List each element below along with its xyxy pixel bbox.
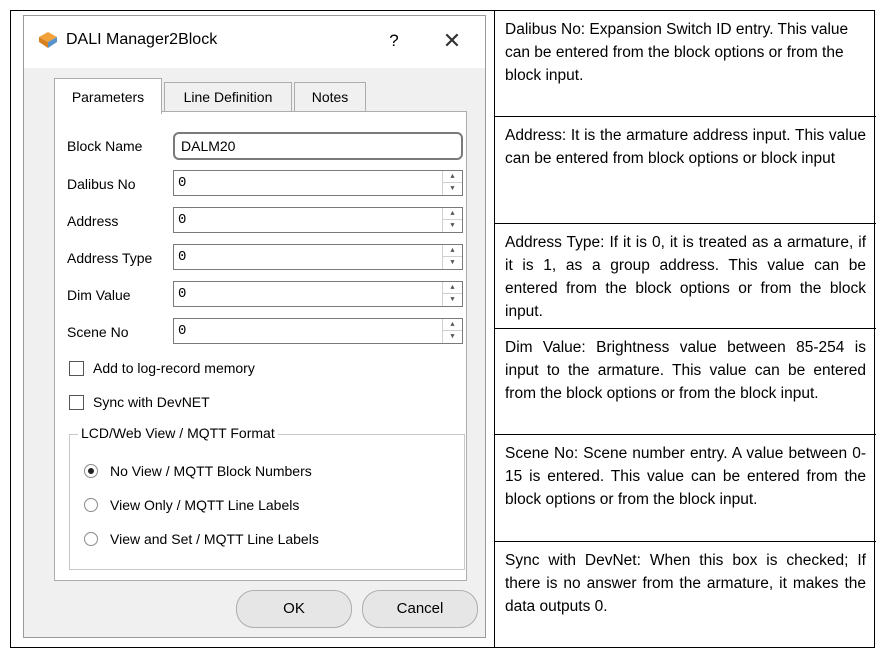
radio-button[interactable]: [84, 464, 98, 478]
spin-down-icon[interactable]: ▼: [443, 220, 462, 232]
radio-button[interactable]: [84, 498, 98, 512]
spin-up-icon[interactable]: ▲: [443, 282, 462, 294]
address-type-spinbox[interactable]: 0 ▲ ▼: [173, 244, 463, 270]
desc-sync-devnet: Sync with DevNet: When this box is check…: [505, 552, 866, 615]
scene-no-label: Scene No: [67, 324, 129, 340]
desc-address: Address: It is the armature address inpu…: [495, 117, 876, 224]
tab-line-definition[interactable]: Line Definition: [164, 82, 292, 112]
dalibus-no-value: 0: [178, 175, 187, 191]
spin-down-icon[interactable]: ▼: [443, 183, 462, 195]
desc-dim-value: Dim Value: Brightness value between 85-2…: [495, 329, 876, 435]
title-bar: DALI Manager2Block ? ✕: [24, 16, 485, 68]
block-name-input[interactable]: DALM20: [173, 132, 463, 160]
radio-view-and-set-label: View and Set / MQTT Line Labels: [110, 531, 319, 547]
spin-down-icon[interactable]: ▼: [443, 331, 462, 343]
desc-dalibus-no: Dalibus No: Expansion Switch ID entry. T…: [495, 11, 876, 117]
tab-parameters[interactable]: Parameters: [54, 78, 162, 114]
parameters-panel: Block Name DALM20 Dalibus No 0 ▲ ▼ Addre…: [54, 111, 467, 581]
dim-value-value: 0: [178, 286, 187, 302]
ok-button[interactable]: OK: [236, 590, 352, 628]
address-type-label: Address Type: [67, 250, 153, 266]
cancel-button[interactable]: Cancel: [362, 590, 478, 628]
dim-value-label: Dim Value: [67, 287, 131, 303]
radio-selected-dot: [88, 468, 94, 474]
address-label: Address: [67, 213, 119, 229]
spin-up-icon[interactable]: ▲: [443, 208, 462, 220]
sync-devnet-checkbox[interactable]: [69, 395, 84, 410]
format-group-title: LCD/Web View / MQTT Format: [78, 425, 278, 441]
radio-view-only-label: View Only / MQTT Line Labels: [110, 497, 300, 513]
sync-devnet-label: Sync with DevNET: [93, 394, 210, 410]
scene-no-spinbox[interactable]: 0 ▲ ▼: [173, 318, 463, 344]
format-groupbox: LCD/Web View / MQTT Format No View / MQT…: [69, 425, 465, 570]
spin-up-icon[interactable]: ▲: [443, 245, 462, 257]
dali-manager-dialog: DALI Manager2Block ? ✕ Parameters Line D…: [23, 15, 486, 638]
radio-no-view-label: No View / MQTT Block Numbers: [110, 463, 312, 479]
app-icon: [39, 32, 57, 48]
spin-up-icon[interactable]: ▲: [443, 319, 462, 331]
dalibus-no-label: Dalibus No: [67, 176, 136, 192]
spin-down-icon[interactable]: ▼: [443, 294, 462, 306]
dalibus-no-spinbox[interactable]: 0 ▲ ▼: [173, 170, 463, 196]
dalibus-no-spinner: ▲ ▼: [442, 171, 462, 195]
scene-no-spinner: ▲ ▼: [442, 319, 462, 343]
log-record-label: Add to log-record memory: [93, 360, 255, 376]
close-icon: ✕: [442, 28, 462, 53]
layout-table: DALI Manager2Block ? ✕ Parameters Line D…: [10, 10, 876, 648]
address-spinbox[interactable]: 0 ▲ ▼: [173, 207, 463, 233]
address-value: 0: [178, 212, 187, 228]
address-type-value: 0: [178, 249, 187, 265]
desc-scene-no: Scene No: Scene number entry. A value be…: [495, 435, 876, 542]
dim-value-spinner: ▲ ▼: [442, 282, 462, 306]
help-button[interactable]: ?: [379, 26, 409, 56]
window-title: DALI Manager2Block: [66, 31, 218, 48]
block-name-label: Block Name: [67, 138, 143, 154]
desc-address-type: Address Type: If it is 0, it is treated …: [495, 224, 876, 329]
radio-button[interactable]: [84, 532, 98, 546]
spin-down-icon[interactable]: ▼: [443, 257, 462, 269]
tab-notes[interactable]: Notes: [294, 82, 366, 112]
address-type-spinner: ▲ ▼: [442, 245, 462, 269]
scene-no-value: 0: [178, 323, 187, 339]
dim-value-spinbox[interactable]: 0 ▲ ▼: [173, 281, 463, 307]
close-button[interactable]: ✕: [434, 24, 470, 58]
address-spinner: ▲ ▼: [442, 208, 462, 232]
spin-up-icon[interactable]: ▲: [443, 171, 462, 183]
log-record-checkbox[interactable]: [69, 361, 84, 376]
